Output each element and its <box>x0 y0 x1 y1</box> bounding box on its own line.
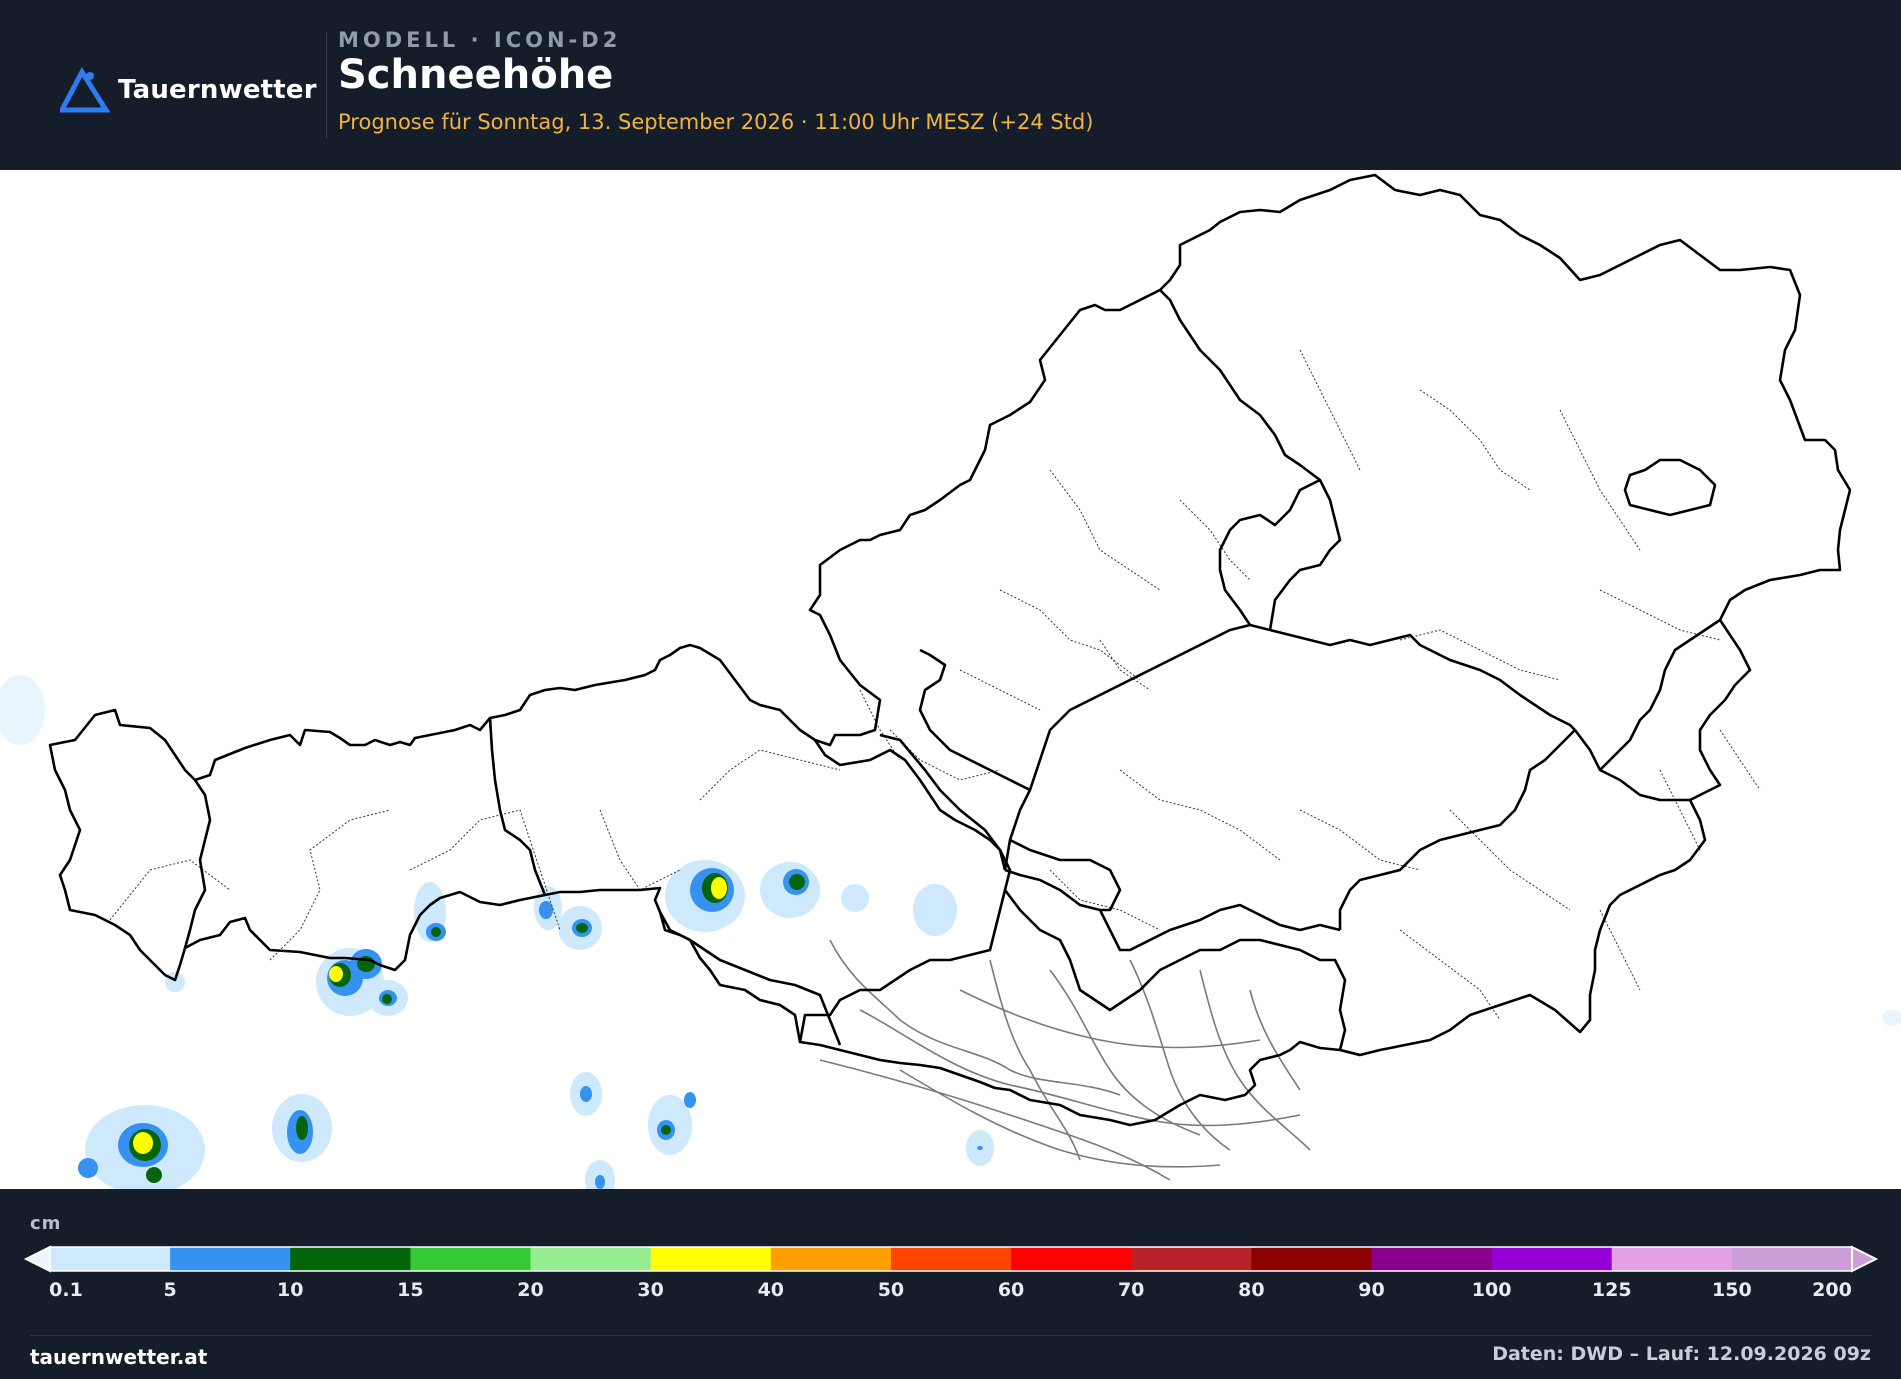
legend-tick-label: 125 <box>1591 1279 1632 1301</box>
legend-tick-label: 0.1 <box>49 1279 83 1301</box>
legend-tick-label: 5 <box>163 1279 177 1301</box>
site-link[interactable]: tauernwetter.at <box>30 1345 207 1369</box>
road-network <box>819 939 1311 1181</box>
legend-tick-label: 200 <box>1812 1279 1852 1301</box>
legend-tick-label: 60 <box>997 1279 1025 1301</box>
model-label: MODELL · ICON-D2 <box>338 28 622 52</box>
brand-logo[interactable]: Tauernwetter <box>60 66 317 114</box>
colorbar-segment <box>1491 1247 1613 1271</box>
colorbar-segment <box>1371 1247 1493 1271</box>
colorbar-segment <box>650 1247 772 1271</box>
legend-tick-label: 90 <box>1358 1279 1385 1301</box>
legend-tick-label: 40 <box>757 1279 785 1301</box>
colorbar-segment <box>410 1247 532 1271</box>
colorbar-over-arrow <box>1851 1245 1879 1273</box>
colorbar-segment <box>890 1247 1012 1271</box>
legend-tick-label: 15 <box>397 1279 424 1301</box>
legend-tick-label: 30 <box>637 1279 664 1301</box>
snow-depth-map <box>0 170 1901 1189</box>
vienna-outline <box>1623 458 1717 517</box>
data-source: Daten: DWD – Lauf: 12.09.2026 09z <box>1492 1343 1871 1365</box>
legend-panel: cm 0.1 5 10 15 20 30 40 50 60 70 80 90 100 125 150 200 … <box>0 1189 1901 1379</box>
colorbar-segment <box>1611 1247 1733 1271</box>
legend-tick-label: 10 <box>277 1279 304 1301</box>
colorbar-segment <box>1731 1247 1853 1271</box>
colorbar-segment <box>1251 1247 1372 1271</box>
legend-tick-label: 20 <box>517 1279 544 1301</box>
brand-name: Tauernwetter <box>118 75 317 105</box>
colorbar-under-arrow <box>23 1245 51 1273</box>
colorbar-segment <box>1011 1247 1132 1271</box>
footer-divider <box>30 1335 1871 1336</box>
legend-tick-label: 50 <box>877 1279 905 1301</box>
colorbar <box>23 1245 1879 1273</box>
colorbar-segment <box>530 1247 652 1271</box>
forecast-time: Prognose für Sonntag, 13. September 2026… <box>338 110 1094 134</box>
header: Tauernwetter MODELL · ICON-D2 Schneehöhe… <box>0 0 1901 170</box>
legend-tick-label: 150 <box>1712 1279 1752 1301</box>
page-title: Schneehöhe <box>338 52 614 98</box>
header-divider <box>326 32 327 138</box>
colorbar-segment <box>290 1247 411 1271</box>
mountain-logo-icon <box>60 67 110 113</box>
forecast-map-page: Tauernwetter MODELL · ICON-D2 Schneehöhe… <box>0 0 1901 1379</box>
legend-tick-label: 100 <box>1471 1279 1512 1301</box>
austria-map-svg <box>0 173 1901 1189</box>
colorbar-segment <box>770 1247 892 1271</box>
colorbar-segment <box>170 1247 291 1271</box>
colorbar-segment <box>1131 1247 1252 1271</box>
legend-tick-label: 80 <box>1238 1279 1265 1301</box>
snow-depth-shading <box>0 675 1901 1189</box>
legend-tick-label: 70 <box>1117 1279 1145 1301</box>
colorbar-segment <box>50 1247 171 1271</box>
